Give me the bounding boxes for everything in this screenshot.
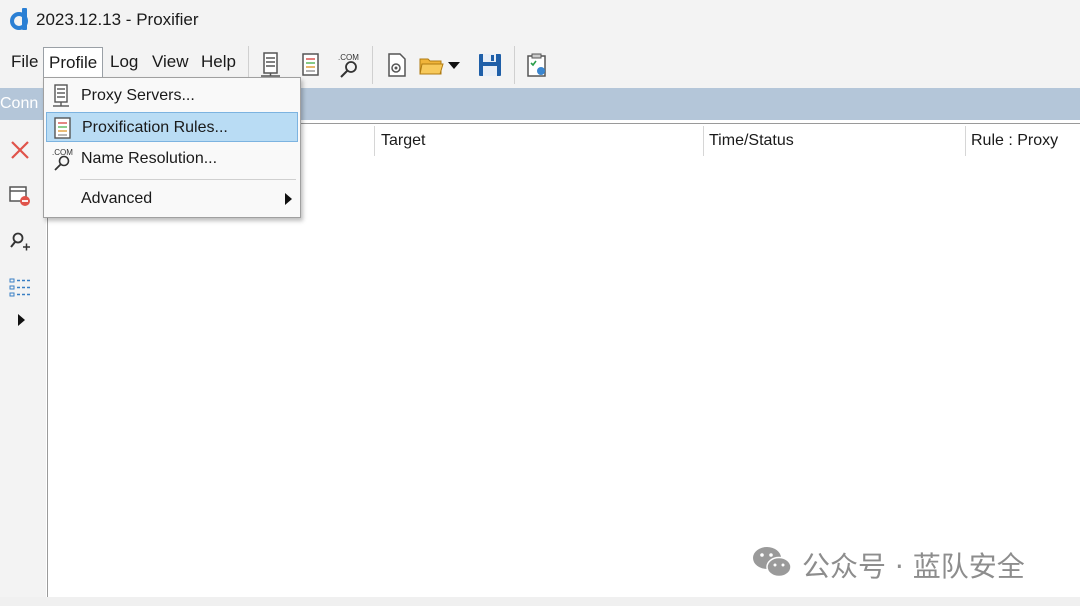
- proxy-servers-icon[interactable]: [258, 52, 284, 78]
- menu-separator: [80, 179, 296, 180]
- title-bar: 2023.12.13 - Proxifier: [0, 0, 1080, 42]
- svg-text:.COM: .COM: [338, 53, 359, 62]
- proxification-rules-icon: [54, 117, 71, 139]
- menu-profile[interactable]: Profile: [43, 47, 104, 79]
- open-profile-dropdown-icon[interactable]: [446, 52, 462, 78]
- watermark-text: 公众号 · 蓝队安全: [802, 550, 1025, 583]
- new-profile-icon[interactable]: [384, 52, 410, 78]
- name-resolution-icon: .COM: [52, 148, 73, 171]
- clipboard-icon[interactable]: [524, 52, 550, 78]
- column-header-rule-proxy[interactable]: Rule : Proxy: [971, 132, 1058, 150]
- column-header-target[interactable]: Target: [381, 132, 425, 150]
- menu-item-label: Name Resolution...: [81, 150, 218, 167]
- menu-item-name-resolution[interactable]: .COM Name Resolution...: [46, 144, 298, 174]
- menu-item-label: Proxy Servers...: [81, 87, 195, 104]
- menu-item-advanced[interactable]: Advanced: [46, 184, 298, 214]
- proxifier-logo-icon: [10, 8, 28, 30]
- menu-view[interactable]: View: [150, 52, 191, 72]
- open-profile-icon[interactable]: [418, 52, 444, 78]
- wechat-icon: [753, 547, 792, 578]
- window-title: 2023.12.13 - Proxifier: [36, 10, 199, 29]
- toolbar-separator: [514, 46, 515, 84]
- name-resolution-icon[interactable]: .COM: [336, 52, 362, 78]
- close-connection-icon[interactable]: [8, 138, 32, 162]
- column-divider[interactable]: [703, 126, 704, 156]
- list-view-icon[interactable]: [8, 276, 32, 300]
- menu-item-proxification-rules[interactable]: Proxification Rules...: [46, 112, 298, 142]
- svg-text:.COM: .COM: [52, 148, 73, 157]
- panel-title: Conn: [0, 95, 39, 112]
- profile-menu-dropdown: Proxy Servers... Proxification Rules... …: [43, 77, 301, 218]
- column-divider[interactable]: [965, 126, 966, 156]
- column-divider[interactable]: [374, 126, 375, 156]
- menu-item-label: Advanced: [81, 190, 153, 207]
- expand-arrow-icon[interactable]: [8, 308, 32, 332]
- column-header-time-status[interactable]: Time/Status: [709, 132, 794, 150]
- proxy-servers-icon: [53, 84, 69, 107]
- side-toolbar: [0, 120, 46, 606]
- menu-file[interactable]: File: [9, 52, 40, 72]
- save-profile-icon[interactable]: [477, 52, 503, 78]
- menu-item-label: Proxification Rules...: [82, 119, 228, 136]
- find-add-icon[interactable]: [8, 230, 32, 254]
- menu-help[interactable]: Help: [199, 52, 238, 72]
- status-bar: [0, 597, 1080, 606]
- menu-log[interactable]: Log: [108, 52, 140, 72]
- submenu-arrow-icon: [285, 193, 292, 205]
- menu-item-proxy-servers[interactable]: Proxy Servers...: [46, 81, 298, 111]
- remove-window-icon[interactable]: [8, 184, 32, 208]
- toolbar-separator: [372, 46, 373, 84]
- proxification-rules-icon[interactable]: [298, 52, 324, 78]
